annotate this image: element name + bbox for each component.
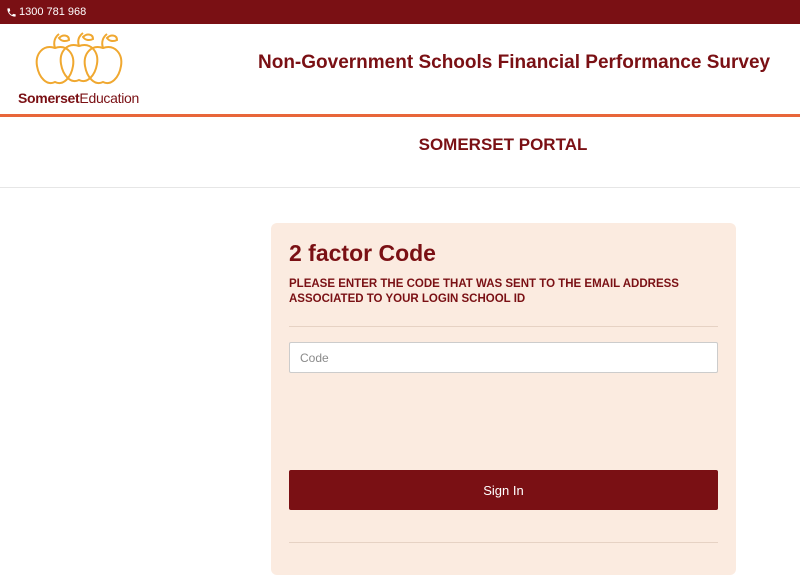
phone-contact[interactable]: 1300 781 968 xyxy=(6,0,86,24)
sign-in-button[interactable]: Sign In xyxy=(289,470,718,510)
site-header: SomersetEducation Non-Government Schools… xyxy=(0,24,800,114)
form-divider-top xyxy=(289,326,718,327)
site-title: Non-Government Schools Financial Perform… xyxy=(258,52,771,73)
portal-title: SOMERSET PORTAL xyxy=(418,135,588,154)
form-title: 2 factor Code xyxy=(289,240,436,266)
logo-wordmark: SomersetEducation xyxy=(18,90,139,106)
apples-logo-icon xyxy=(35,32,123,84)
form-divider-bottom xyxy=(289,542,718,543)
portal-title-band: SOMERSET PORTAL xyxy=(0,117,800,188)
form-instructions: PLEASE ENTER THE CODE THAT WAS SENT TO T… xyxy=(289,278,679,305)
somerset-education-logo[interactable]: SomersetEducation xyxy=(18,32,148,108)
logo-wordmark-bold: Somerset xyxy=(18,90,80,106)
code-input[interactable] xyxy=(289,342,718,373)
two-factor-card: 2 factor Code PLEASE ENTER THE CODE THAT… xyxy=(271,223,736,575)
phone-icon xyxy=(7,7,16,17)
logo-wordmark-regular: Education xyxy=(79,90,139,106)
top-contact-bar: 1300 781 968 xyxy=(0,0,800,24)
phone-number: 1300 781 968 xyxy=(19,6,87,18)
